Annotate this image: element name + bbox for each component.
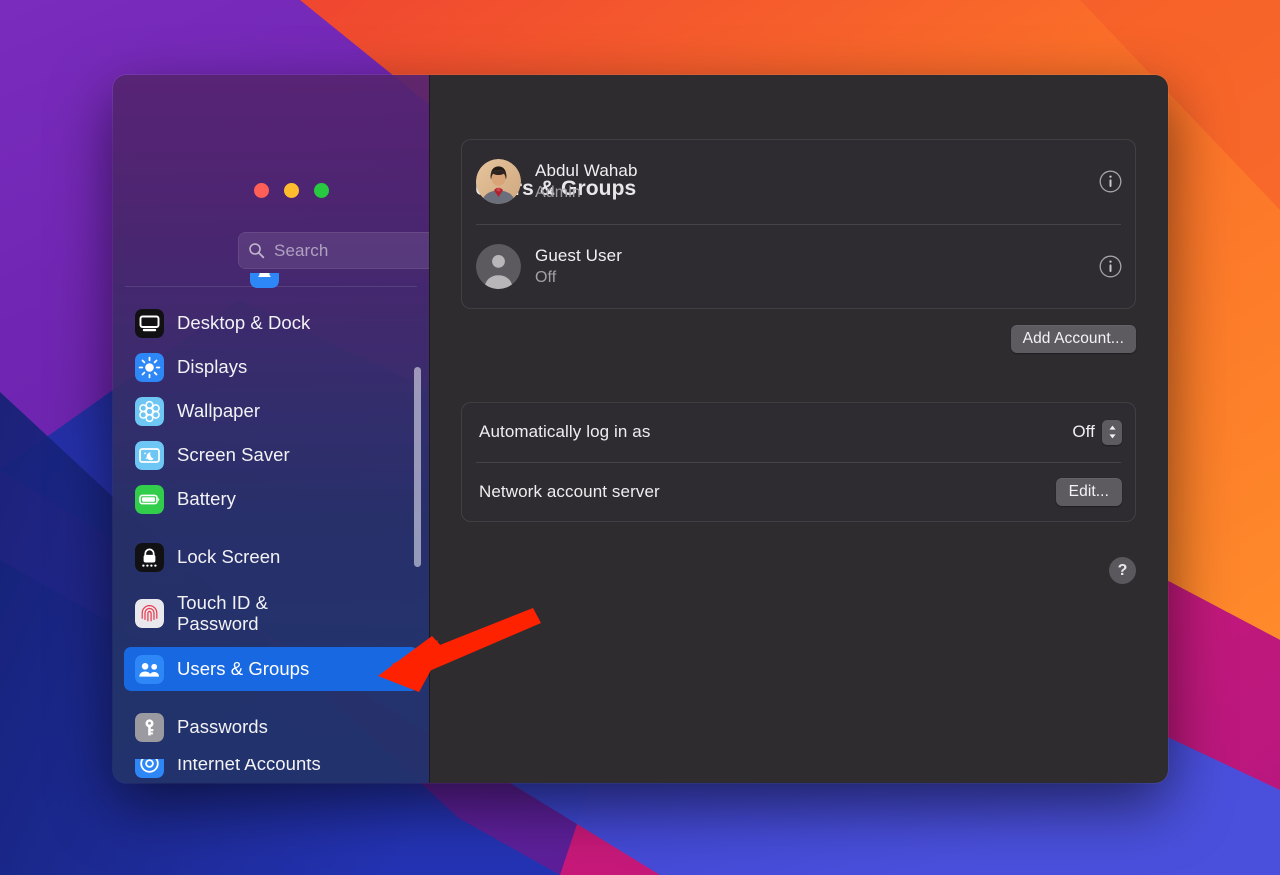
lock-screen-icon <box>135 542 164 572</box>
sidebar-item-touch-id-and-password[interactable]: Touch ID & Password <box>124 579 418 647</box>
auto-login-row: Automatically log in as Off <box>461 402 1136 462</box>
chevron-updown-icon <box>1108 425 1116 439</box>
sidebar-item-label: Passwords <box>177 716 268 738</box>
user-role: Off <box>535 268 557 286</box>
sidebar-item-label: Lock Screen <box>177 546 281 568</box>
sidebar-item-label: Screen Saver <box>177 444 290 466</box>
avatar <box>476 244 521 289</box>
sidebar-item-lock-screen[interactable]: Lock Screen <box>124 535 418 579</box>
battery-icon <box>135 484 164 514</box>
sidebar-item-battery[interactable]: Battery <box>124 477 418 521</box>
notifications-icon <box>250 273 279 288</box>
sidebar-item-displays[interactable]: Displays <box>124 345 418 389</box>
info-icon[interactable] <box>1099 170 1122 193</box>
user-role: Admin <box>535 183 581 201</box>
sidebar-item-users-and-groups[interactable]: Users & Groups <box>124 647 418 691</box>
search-input[interactable]: Search <box>238 232 429 269</box>
sidebar-item-screen-saver[interactable]: Screen Saver <box>124 433 418 477</box>
sidebar-item-passwords[interactable]: Passwords <box>124 705 418 749</box>
network-account-server-label: Network account server <box>479 482 660 501</box>
login-options-card: Automatically log in as Off Network acco… <box>461 402 1136 522</box>
passwords-icon <box>135 712 164 742</box>
search-icon <box>249 243 265 259</box>
system-settings-window: Search Desktop & Dock Displays Wallpaper… <box>113 75 1168 783</box>
auto-login-popup-button[interactable] <box>1102 419 1122 445</box>
sidebar-item-desktop-and-dock[interactable]: Desktop & Dock <box>124 301 418 345</box>
user-info: Guest User Off <box>535 245 1099 289</box>
desktop-and-dock-icon <box>135 308 164 338</box>
sidebar-scrollbar[interactable] <box>414 367 421 567</box>
sidebar-item-label-line2: Password <box>177 613 259 634</box>
content-pane: Users & Groups Abdul Wahab Admin Guest U… <box>429 75 1168 783</box>
sidebar-item-label: Internet Accounts <box>177 759 321 774</box>
network-account-server-row: Network account server Edit... <box>461 462 1136 522</box>
table-row[interactable]: Abdul Wahab Admin <box>461 139 1136 224</box>
sidebar-item-label-line1: Touch ID & <box>177 591 268 613</box>
sidebar-item-label: Desktop & Dock <box>177 312 311 334</box>
add-account-button[interactable]: Add Account... <box>1010 325 1136 353</box>
screen-saver-icon <box>135 440 164 470</box>
displays-icon <box>135 352 164 382</box>
wallpaper-icon <box>135 396 164 426</box>
sidebar-item-label: Displays <box>177 356 248 378</box>
avatar <box>476 159 521 204</box>
sidebar-item-internet-accounts[interactable]: Internet Accounts <box>113 759 429 783</box>
maximize-button[interactable] <box>314 183 329 198</box>
info-icon[interactable] <box>1099 255 1122 278</box>
auto-login-label: Automatically log in as <box>479 422 651 441</box>
internet-accounts-icon <box>135 759 164 778</box>
user-info: Abdul Wahab Admin <box>535 160 1099 204</box>
auto-login-value: Off <box>1072 422 1095 441</box>
sidebar-item-label: Wallpaper <box>177 400 261 422</box>
help-button[interactable]: ? <box>1109 557 1136 584</box>
user-name: Abdul Wahab <box>535 160 638 180</box>
minimize-button[interactable] <box>284 183 299 198</box>
window-controls <box>254 183 329 198</box>
touch-id-icon <box>135 598 164 628</box>
edit-button[interactable]: Edit... <box>1055 478 1122 506</box>
search-placeholder: Search <box>274 240 329 260</box>
sidebar-item-label: Users & Groups <box>177 658 310 680</box>
sidebar-item-label: Battery <box>177 488 236 510</box>
sidebar-item-wallpaper[interactable]: Wallpaper <box>124 389 418 433</box>
users-and-groups-icon <box>135 654 164 684</box>
sidebar-item-label: Touch ID & Password <box>177 592 268 635</box>
close-button[interactable] <box>254 183 269 198</box>
sidebar: Search Desktop & Dock Displays Wallpaper… <box>113 75 429 783</box>
sidebar-item-clipped-top[interactable] <box>113 273 429 288</box>
sidebar-scroll-area[interactable]: Desktop & Dock Displays Wallpaper Screen… <box>113 273 429 783</box>
users-list-card: Abdul Wahab Admin Guest User Off <box>461 139 1136 309</box>
table-row[interactable]: Guest User Off <box>461 224 1136 309</box>
user-name: Guest User <box>535 245 622 265</box>
